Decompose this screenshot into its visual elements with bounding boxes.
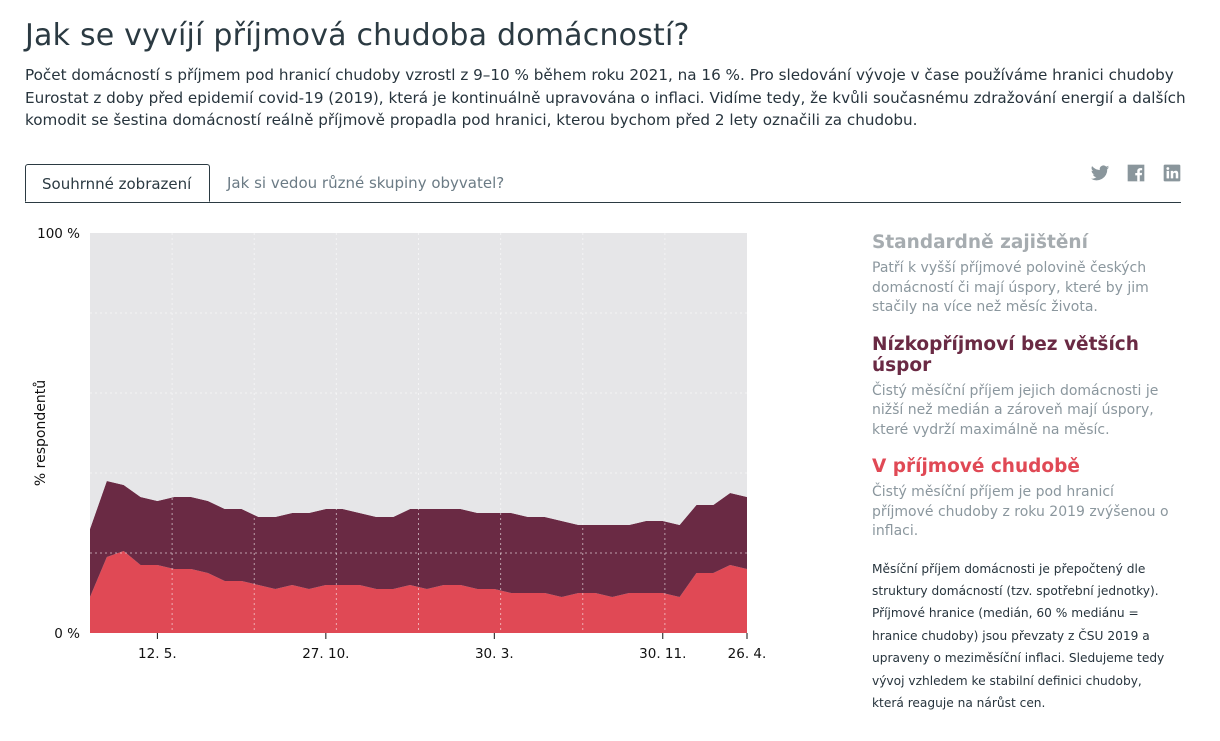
legend-item-low-income: Nízkopříjmoví bez větších úspor Čistý mě… bbox=[872, 334, 1172, 441]
legend-item-standard: Standardně zajištění Patří k vyšší příjm… bbox=[872, 232, 1172, 318]
facebook-icon[interactable] bbox=[1126, 163, 1146, 183]
share-buttons bbox=[1090, 163, 1182, 183]
x-tick-label: 12. 5. bbox=[138, 646, 177, 662]
linkedin-icon[interactable] bbox=[1162, 163, 1182, 183]
legend-title: Standardně zajištění bbox=[872, 232, 1088, 253]
intro-paragraph: Počet domácností s příjmem pod hranicí c… bbox=[25, 66, 1186, 129]
y-tick-label: 100 % bbox=[37, 226, 80, 242]
x-tick-label: 30. 11. bbox=[639, 646, 686, 662]
legend-title: Nízkopříjmoví bez větších úspor bbox=[872, 333, 1139, 376]
legend-title: V příjmové chudobě bbox=[872, 456, 1080, 477]
page-title: Jak se vyvíjí příjmová chudoba domácnost… bbox=[25, 18, 690, 53]
legend-description: Patří k vyšší příjmové polovině českých … bbox=[872, 260, 1149, 315]
area-chart: 0 % 100 % 12. 5. 27. 10. 30. 3. 30. 11. 26. 4… bbox=[33, 226, 767, 662]
x-tick-label: 26. 4. bbox=[728, 646, 767, 662]
methodology-note: Měsíční příjem domácnosti je přepočtený … bbox=[872, 561, 1165, 710]
twitter-icon[interactable] bbox=[1090, 163, 1110, 183]
x-tick-label: 27. 10. bbox=[302, 646, 349, 662]
legend-item-poverty: V příjmové chudobě Čistý měsíční příjem … bbox=[872, 456, 1172, 542]
legend-description: Čistý měsíční příjem je pod hranicí příj… bbox=[872, 484, 1169, 539]
x-tick-label: 30. 3. bbox=[475, 646, 514, 662]
y-tick-label: 0 % bbox=[54, 626, 80, 642]
legend: Standardně zajištění Patří k vyšší příjm… bbox=[872, 232, 1172, 714]
tab-summary[interactable]: Souhrnné zobrazení bbox=[25, 164, 210, 202]
tab-groups[interactable]: Jak si vedou různé skupiny obyvatel? bbox=[211, 164, 520, 202]
legend-description: Čistý měsíční příjem jejich domácnosti j… bbox=[872, 382, 1159, 438]
y-axis-title: % respondentů bbox=[33, 380, 49, 486]
tab-bar: Souhrnné zobrazení Jak si vedou různé sk… bbox=[25, 164, 1181, 203]
